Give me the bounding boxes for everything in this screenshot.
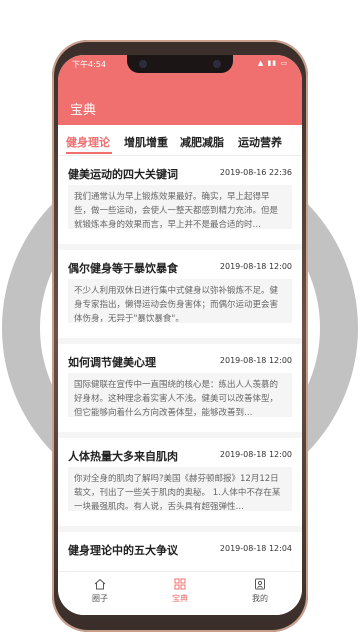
- nav-label: 我的: [252, 594, 268, 603]
- nav-handbook[interactable]: 宝典: [150, 578, 210, 604]
- article-date: 2019-08-18 12:00: [219, 450, 292, 459]
- camera-icon: [139, 60, 147, 68]
- tab-muscle-gain[interactable]: 增肌增重: [124, 134, 168, 150]
- article-title: 健身理论中的五大争议: [68, 544, 178, 557]
- article-title: 如何调节健美心理: [68, 356, 156, 369]
- tab-fat-loss[interactable]: 减肥减脂: [180, 134, 224, 150]
- category-tabs: 健身理论 增肌增重 减肥减脂 运动营养: [58, 125, 302, 156]
- nav-circle[interactable]: 圈子: [70, 578, 130, 604]
- active-tab-indicator: [66, 152, 112, 154]
- page-title: 宝典: [70, 103, 97, 118]
- home-icon: [94, 578, 106, 590]
- bottom-nav: 圈子 宝典 我的: [58, 571, 302, 615]
- nav-label: 圈子: [92, 594, 108, 603]
- article-card[interactable]: 健美运动的四大关键词 2019-08-16 22:36 我们通常认为早上锻炼效果…: [58, 156, 302, 250]
- article-date: 2019-08-18 12:04: [219, 544, 292, 553]
- tab-sports-nutrition[interactable]: 运动营养: [238, 134, 282, 150]
- article-card[interactable]: 健身理论中的五大争议 2019-08-18 12:04: [58, 532, 302, 572]
- phone-frame: 下午4:54 ▲ ▮▮ ▭ 宝典 健身理论 增肌增重 减肥减脂 运动营养 健美运…: [52, 40, 308, 632]
- article-date: 2019-08-16 22:36: [219, 168, 292, 177]
- article-title: 人体热量大多来自肌肉: [68, 450, 178, 463]
- article-summary: 国际健联在宣传中一直围绕的核心是：练出人人羡慕的好身材。这种理念着实害人不浅。健…: [68, 373, 292, 417]
- status-time: 下午4:54: [72, 60, 106, 69]
- tab-fitness-theory[interactable]: 健身理论: [66, 134, 110, 150]
- status-icons: ▲ ▮▮ ▭: [257, 59, 288, 67]
- nav-profile[interactable]: 我的: [230, 578, 290, 604]
- article-title: 健美运动的四大关键词: [68, 168, 178, 181]
- article-summary: 你对全身的肌肉了解吗?美国《赫芬顿邮报》12月12日载文，刊出了一些关于肌肉的奥…: [68, 467, 292, 511]
- notch: [127, 55, 233, 73]
- article-summary: 不少人利用双休日进行集中式健身以弥补锻炼不足。健身专家指出，懒得运动会伤身害体；…: [68, 279, 292, 323]
- article-card[interactable]: 人体热量大多来自肌肉 2019-08-18 12:00 你对全身的肌肉了解吗?美…: [58, 438, 302, 532]
- article-summary: 我们通常认为早上锻炼效果最好。确实，早上起得早些，做一些运动，会使人一整天都感到…: [68, 185, 292, 229]
- camera-icon: [213, 60, 221, 68]
- article-date: 2019-08-18 12:00: [219, 262, 292, 271]
- nav-label: 宝典: [172, 594, 188, 603]
- article-list: 健美运动的四大关键词 2019-08-16 22:36 我们通常认为早上锻炼效果…: [58, 156, 302, 572]
- phone-screen: 下午4:54 ▲ ▮▮ ▭ 宝典 健身理论 增肌增重 减肥减脂 运动营养 健美运…: [58, 55, 302, 615]
- article-card[interactable]: 如何调节健美心理 2019-08-18 12:00 国际健联在宣传中一直围绕的核…: [58, 344, 302, 438]
- article-date: 2019-08-18 12:00: [219, 356, 292, 365]
- article-card[interactable]: 偶尔健身等于暴饮暴食 2019-08-18 12:00 不少人利用双休日进行集中…: [58, 250, 302, 344]
- profile-icon: [255, 578, 265, 590]
- grid-icon: [174, 578, 186, 590]
- article-title: 偶尔健身等于暴饮暴食: [68, 262, 178, 275]
